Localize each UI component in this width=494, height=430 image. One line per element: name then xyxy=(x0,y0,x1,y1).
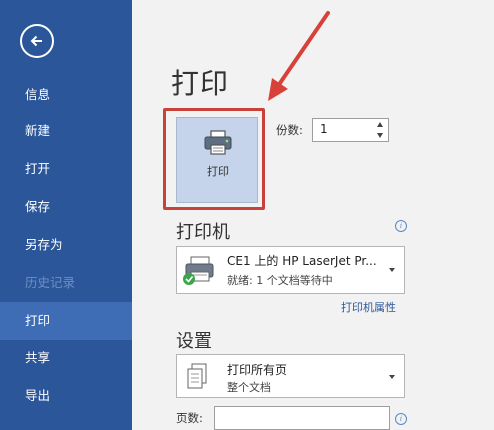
annotation-arrow xyxy=(268,11,330,101)
